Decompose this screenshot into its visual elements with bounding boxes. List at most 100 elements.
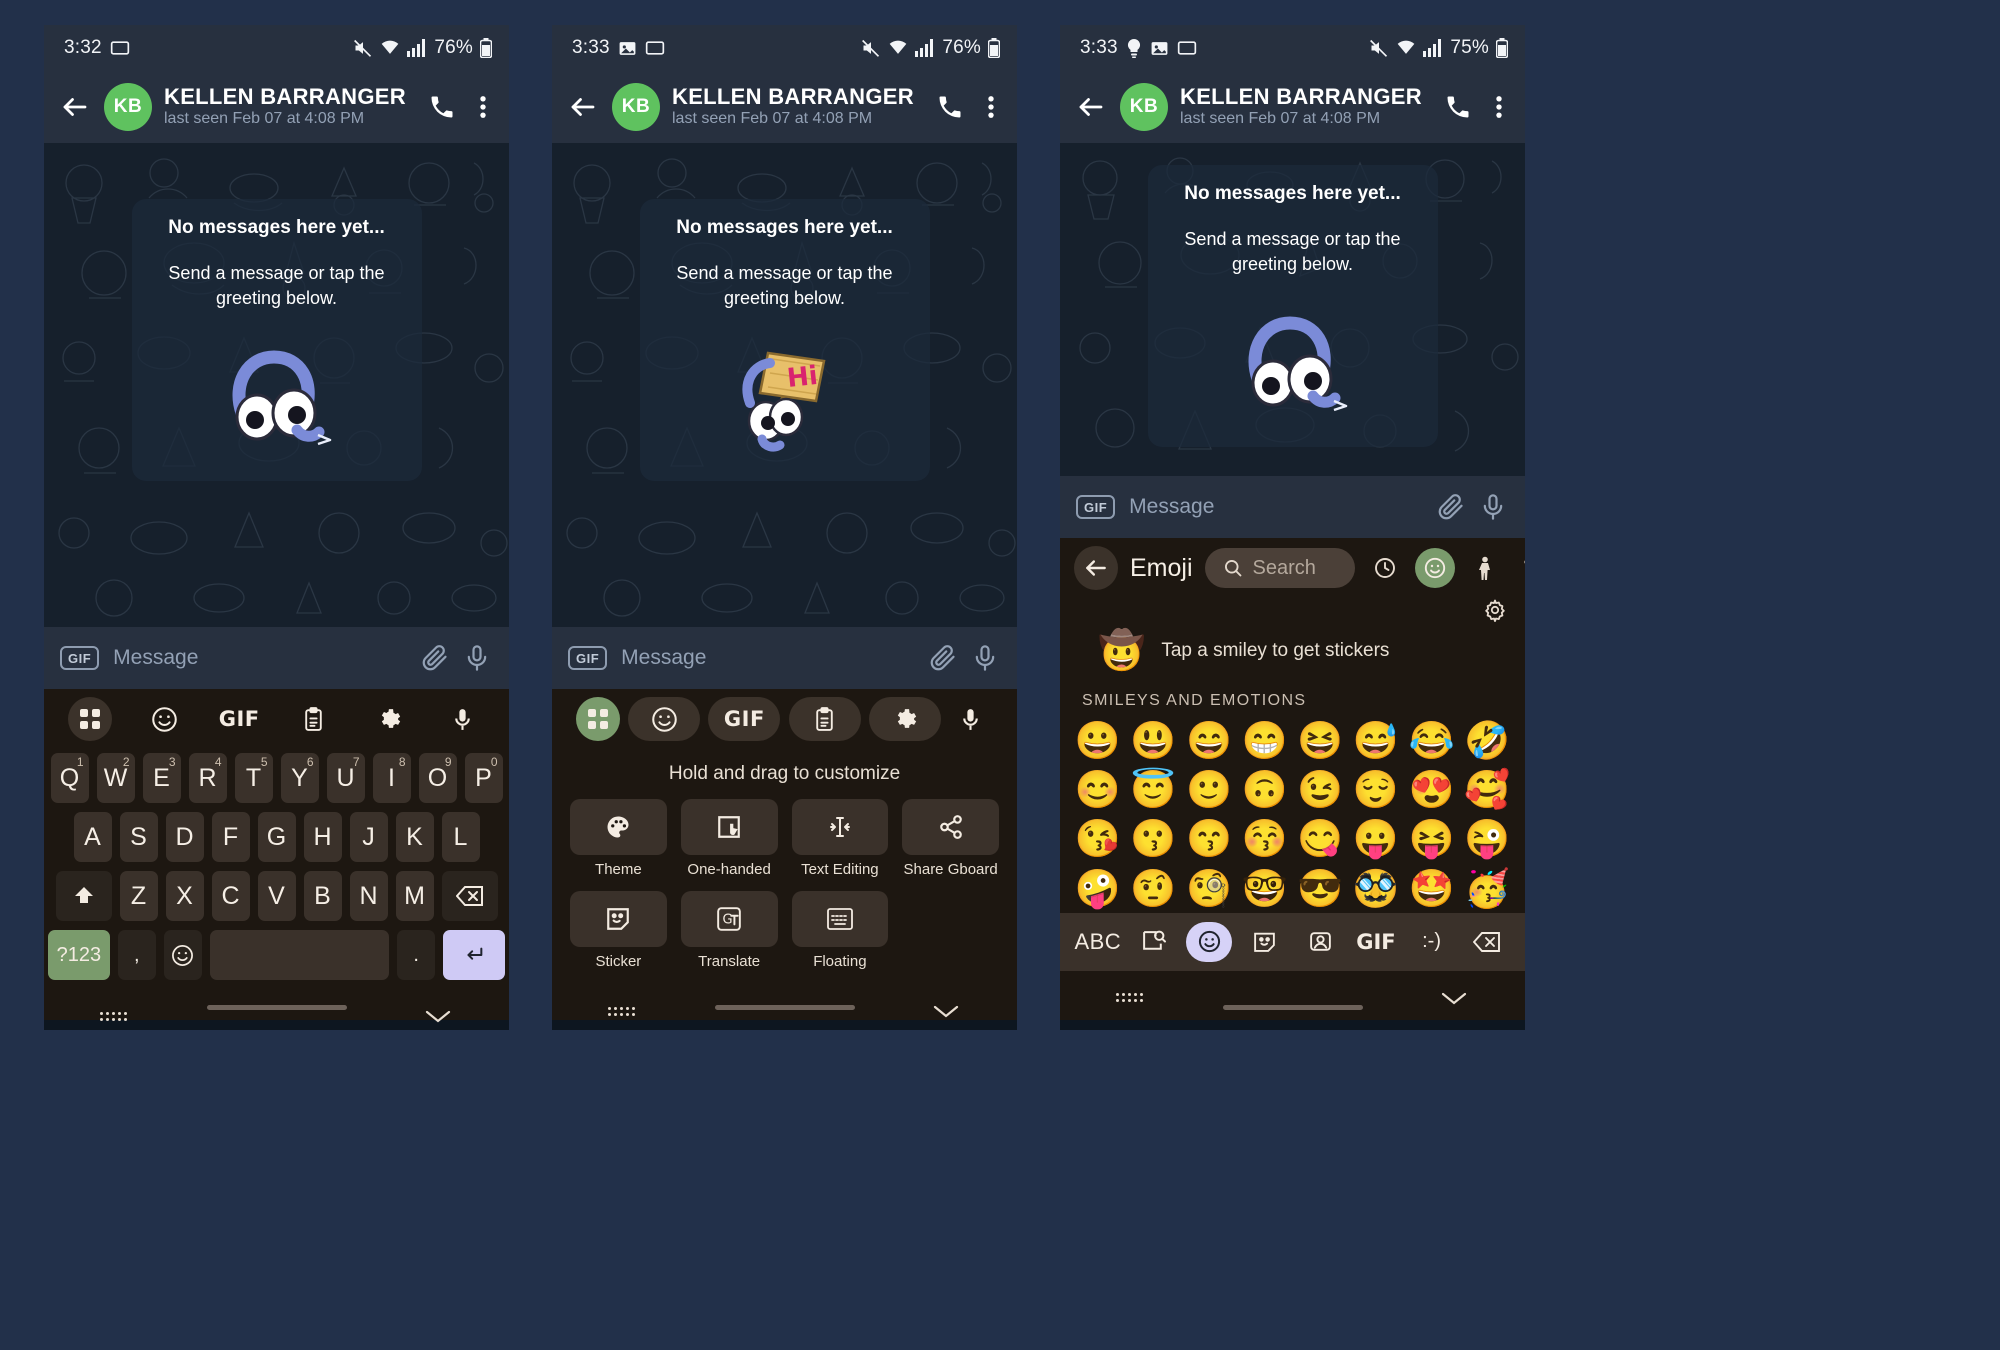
key-d[interactable]: D [165,812,204,862]
message-input-bar[interactable]: GIF Message [552,627,1017,689]
emoji-cell[interactable]: 😁 [1237,716,1293,765]
keyboard-dots-icon[interactable] [608,1006,635,1016]
key-x[interactable]: X [165,871,204,921]
message-input[interactable]: Message [113,646,407,670]
key-c[interactable]: C [211,871,250,921]
emoji-cell[interactable]: 😋 [1293,814,1349,863]
chevron-down-icon[interactable] [931,1002,961,1020]
overflow-menu-icon[interactable] [1487,93,1511,121]
customize-item-text-editing[interactable]: Text Editing [791,799,889,878]
emoji-cell[interactable]: 😃 [1126,716,1182,765]
chevron-down-icon[interactable] [1439,989,1469,1007]
paperclip-icon[interactable] [421,644,449,672]
key-q[interactable]: Q1 [50,753,89,803]
emoji-cell[interactable]: 🙃 [1237,765,1293,814]
emoji-cell[interactable]: 😍 [1404,765,1460,814]
gear-icon[interactable] [1483,598,1507,622]
emoji-cell[interactable]: 🤩 [1404,864,1460,913]
key-p[interactable]: P0 [464,753,503,803]
recent-clock-icon[interactable] [1367,550,1403,586]
emoji-cell[interactable]: 😊 [1070,765,1126,814]
clipboard-icon[interactable] [292,697,336,741]
emoji-cell[interactable]: 😀 [1070,716,1126,765]
gif-icon[interactable]: GIF [568,646,608,670]
emoji-cell[interactable]: 😅 [1348,716,1404,765]
microphone-icon[interactable] [1479,493,1507,521]
emoji-cell[interactable]: 😄 [1181,716,1237,765]
gif-icon[interactable]: GIF [708,697,781,741]
key-a[interactable]: A [73,812,112,862]
key-m[interactable]: M [395,871,434,921]
avatar[interactable]: KB [1120,83,1168,131]
clipboard-icon[interactable] [788,697,861,741]
customize-item-theme[interactable]: Theme [570,799,667,878]
greeting-sticker[interactable] [202,325,352,455]
microphone-icon[interactable] [441,697,485,741]
shift-icon[interactable] [55,871,112,921]
key-t[interactable]: T5 [234,753,273,803]
emoji-cell[interactable]: 🤓 [1237,864,1293,913]
emoji-cell[interactable]: 🥸 [1348,864,1404,913]
back-arrow-icon[interactable] [1074,546,1118,590]
grid-icon[interactable] [576,697,620,741]
microphone-icon[interactable] [971,644,999,672]
key-h[interactable]: H [303,812,342,862]
message-input-bar[interactable]: GIF Message [1060,476,1525,538]
key-v[interactable]: V [257,871,296,921]
gif-icon[interactable]: GIF [1353,922,1399,962]
sticker-hint-row[interactable]: 🤠 Tap a smiley to get stickers [1060,626,1525,676]
gear-icon[interactable] [366,697,410,741]
greeting-sticker[interactable] [1218,291,1368,421]
customize-item-one-handed[interactable]: One-handed [680,799,778,878]
person-icon[interactable] [1467,550,1503,586]
emoji-cell[interactable]: 🧐 [1181,864,1237,913]
chevron-down-icon[interactable] [423,1007,453,1025]
back-arrow-icon[interactable] [1074,90,1108,124]
emoji-cell[interactable]: 😇 [1126,765,1182,814]
emoji-cell[interactable]: 😗 [1126,814,1182,863]
key-u[interactable]: U7 [326,753,365,803]
greeting-sticker[interactable]: Hi [710,325,860,455]
comma-key[interactable]: , [117,930,156,980]
key-w[interactable]: W2 [96,753,135,803]
backspace-icon[interactable] [1464,922,1510,962]
emoji-cell[interactable]: 🤨 [1126,864,1182,913]
emoji-cell[interactable]: 😜 [1459,814,1515,863]
message-input-bar[interactable]: GIF Message [44,627,509,689]
call-icon[interactable] [933,93,967,121]
key-l[interactable]: L [441,812,480,862]
avatar[interactable]: KB [612,83,660,131]
message-input[interactable]: Message [621,646,915,670]
emoji-icon[interactable] [628,697,701,741]
microphone-icon[interactable] [949,697,993,741]
key-r[interactable]: R4 [188,753,227,803]
key-b[interactable]: B [303,871,342,921]
emoji-cell[interactable]: 😝 [1404,814,1460,863]
overflow-menu-icon[interactable] [471,93,495,121]
gear-icon[interactable] [868,697,941,741]
space-key[interactable] [209,930,390,980]
gif-icon[interactable]: GIF [1076,495,1116,519]
gif-icon[interactable]: GIF [217,697,261,741]
emoji-cell[interactable]: 🤪 [1070,864,1126,913]
emoji-cell[interactable]: 😘 [1070,814,1126,863]
abc-key[interactable]: ABC [1074,922,1121,962]
smiley-icon[interactable] [1414,548,1455,588]
emoji-cell[interactable]: 😛 [1348,814,1404,863]
keyboard-dots-icon[interactable] [1116,993,1143,1003]
backspace-icon[interactable] [441,871,498,921]
emoji-cell[interactable]: 🙂 [1181,765,1237,814]
key-k[interactable]: K [395,812,434,862]
emoji-cell[interactable]: 🥳 [1459,864,1515,913]
sticker-search-icon[interactable] [1130,922,1176,962]
keyboard-dots-icon[interactable] [100,1011,127,1021]
customize-item-share-gboard[interactable]: Share Gboard [902,799,999,878]
emoji-cell[interactable]: 🤣 [1459,716,1515,765]
back-arrow-icon[interactable] [58,90,92,124]
customize-item-sticker[interactable]: Sticker [570,891,667,970]
key-e[interactable]: E3 [142,753,181,803]
paperclip-icon[interactable] [1437,493,1465,521]
search-input[interactable]: Search [1204,548,1355,588]
gif-icon[interactable]: GIF [60,646,100,670]
key-n[interactable]: N [349,871,388,921]
